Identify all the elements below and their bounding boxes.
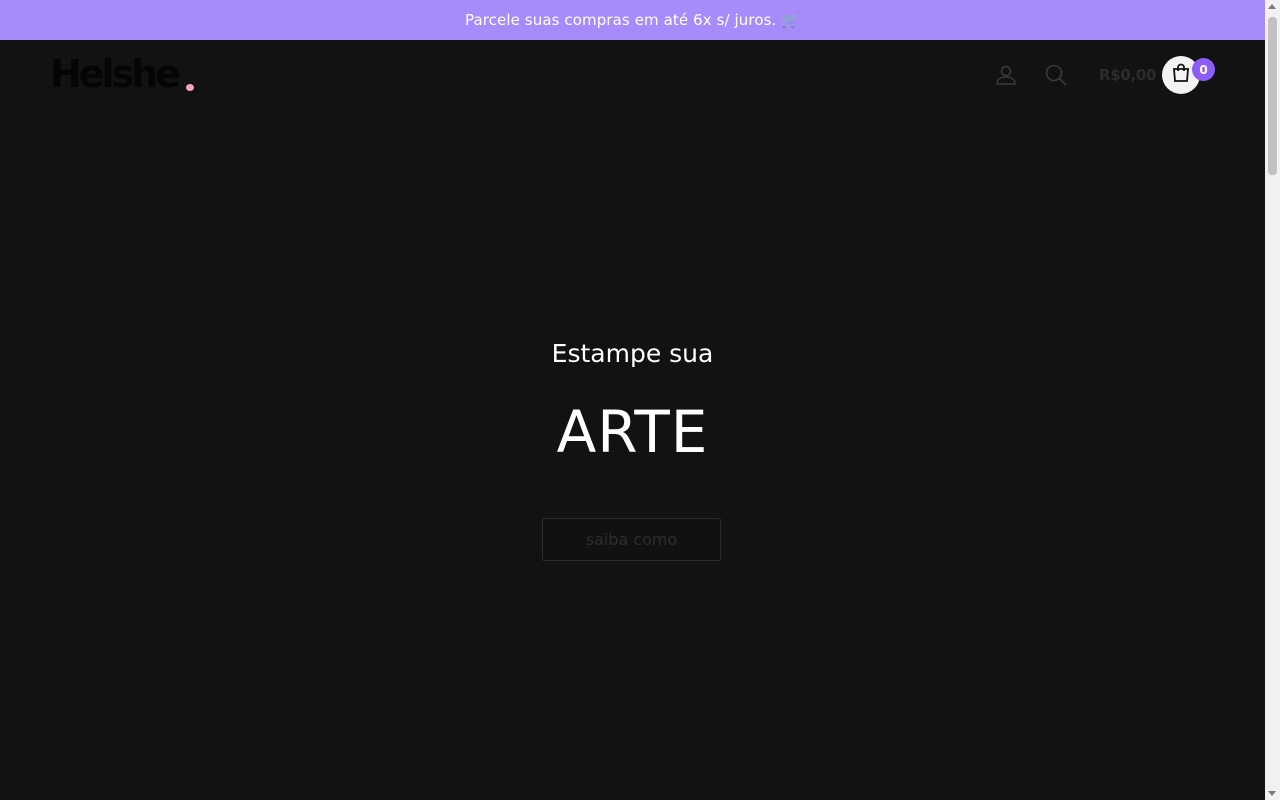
promo-bar: Parcele suas compras em até 6x s/ juros.…	[0, 0, 1265, 40]
site-header: Helshe R$0,00 0	[0, 40, 1265, 112]
user-icon[interactable]	[995, 64, 1017, 86]
scrollbar[interactable]	[1265, 0, 1280, 800]
promo-text: Parcele suas compras em até 6x s/ juros.…	[464, 11, 801, 29]
saiba-como-button[interactable]: saiba como	[542, 518, 721, 561]
hero-section: Estampe sua ARTE saiba como	[0, 112, 1265, 800]
logo-dot	[186, 84, 194, 91]
logo[interactable]: Helshe	[50, 48, 181, 100]
scroll-up-icon[interactable]	[1268, 4, 1276, 9]
scroll-thumb[interactable]	[1268, 17, 1277, 175]
cart-count-badge: 0	[1192, 58, 1215, 81]
hero-title: ARTE	[556, 398, 709, 466]
shopping-bag-icon	[1171, 63, 1191, 87]
search-icon[interactable]	[1045, 64, 1067, 86]
scroll-down-icon[interactable]	[1268, 791, 1276, 796]
hero-subtitle: Estampe sua	[551, 339, 714, 368]
cart-total[interactable]: R$0,00	[1099, 66, 1157, 84]
